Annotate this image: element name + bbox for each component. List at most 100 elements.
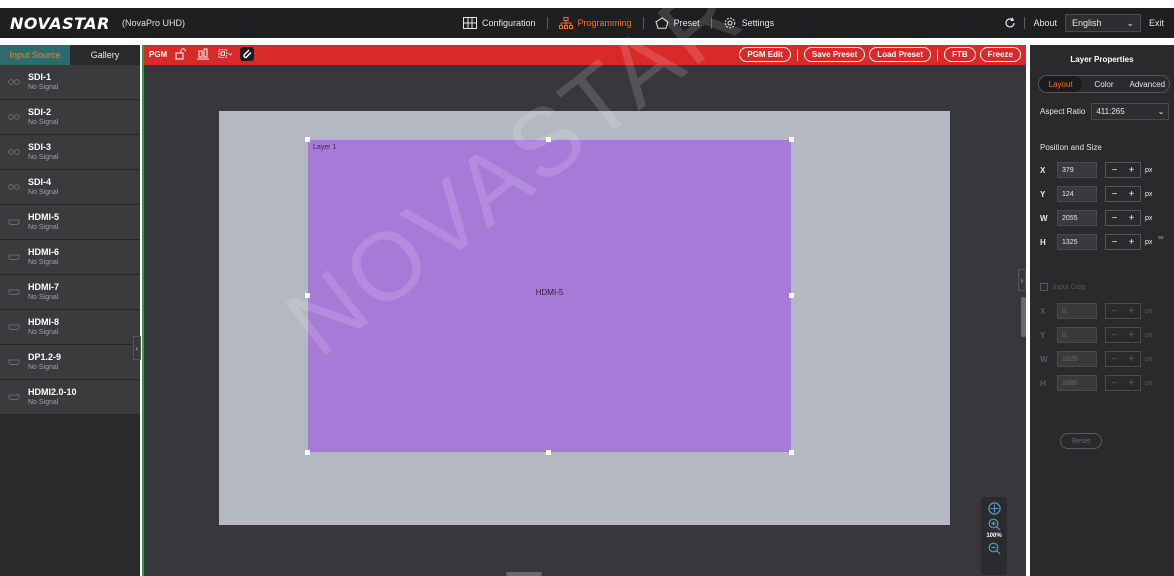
- zoom-out-icon[interactable]: [987, 541, 1001, 555]
- decrement-button[interactable]: −: [1112, 213, 1118, 224]
- increment-button[interactable]: +: [1129, 213, 1135, 224]
- source-item[interactable]: HDMI-8 No Signal: [0, 310, 140, 345]
- zoom-level: 100%: [986, 533, 1002, 539]
- about-link[interactable]: About: [1033, 18, 1057, 28]
- sdi-icon: [8, 147, 20, 157]
- increment-button[interactable]: +: [1129, 237, 1135, 248]
- unit-label: px: [1145, 379, 1153, 387]
- language-value: English: [1071, 18, 1102, 28]
- input-crop-label: Input Crop: [1053, 283, 1086, 291]
- right-scroll-handle[interactable]: [1021, 297, 1026, 337]
- field-input: 1080: [1057, 375, 1097, 391]
- resize-handle-l[interactable]: [305, 293, 310, 298]
- expand-panel-handle[interactable]: ›: [1018, 269, 1026, 291]
- resize-handle-bl[interactable]: [305, 450, 310, 455]
- tab-advanced[interactable]: Advanced: [1126, 76, 1169, 92]
- dp-icon: [8, 357, 20, 367]
- resize-handle-r[interactable]: [789, 293, 794, 298]
- preset-icon: [654, 17, 669, 29]
- divider: [796, 48, 798, 61]
- source-name: SDI-4: [28, 177, 52, 187]
- exit-link[interactable]: Exit: [1149, 18, 1164, 28]
- language-select[interactable]: English ⌄: [1064, 14, 1141, 32]
- field-input[interactable]: 1325: [1057, 234, 1097, 250]
- source-item[interactable]: HDMI2.0-10 No Signal: [0, 380, 140, 415]
- resize-handle-br[interactable]: [789, 450, 794, 455]
- nav-configuration[interactable]: Configuration: [452, 8, 547, 38]
- sdi-icon: [8, 77, 20, 87]
- hdmi-icon: [8, 392, 20, 402]
- tab-layout[interactable]: Layout: [1039, 76, 1083, 92]
- source-item[interactable]: HDMI-5 No Signal: [0, 205, 140, 240]
- source-name: HDMI-8: [28, 317, 59, 327]
- source-text: SDI-1 No Signal: [28, 72, 58, 92]
- increment-button[interactable]: +: [1129, 165, 1135, 176]
- resize-handle-b[interactable]: [546, 450, 551, 455]
- fit-screen-icon[interactable]: [218, 47, 232, 61]
- collapse-left-panel-handle[interactable]: ‹: [133, 336, 141, 360]
- decrement-button[interactable]: −: [1112, 237, 1118, 248]
- ftb-button[interactable]: FTB: [944, 47, 976, 62]
- magnet-icon[interactable]: [240, 47, 254, 61]
- grid-icon: [463, 17, 477, 29]
- source-item[interactable]: HDMI-6 No Signal: [0, 240, 140, 275]
- load-preset-button[interactable]: Load Preset: [869, 47, 932, 62]
- pgm-actions: PGM Edit Save Preset Load Preset FTB Fre…: [739, 47, 1021, 62]
- tab-gallery[interactable]: Gallery: [70, 45, 140, 65]
- source-item[interactable]: SDI-1 No Signal: [0, 65, 140, 100]
- field-input[interactable]: 124: [1057, 186, 1097, 202]
- refresh-icon[interactable]: [1004, 17, 1016, 29]
- link-icon[interactable]: ∞: [1158, 233, 1164, 242]
- source-item[interactable]: SDI-2 No Signal: [0, 100, 140, 135]
- source-item[interactable]: SDI-4 No Signal: [0, 170, 140, 205]
- source-status: No Signal: [28, 259, 59, 266]
- aspect-ratio-select[interactable]: 411:265 ⌄: [1091, 103, 1170, 120]
- left-tabs: Input Source Gallery: [0, 45, 140, 65]
- decrement-button[interactable]: −: [1112, 189, 1118, 200]
- resize-handle-t[interactable]: [546, 137, 551, 142]
- increment-button: +: [1128, 329, 1135, 341]
- increment-button[interactable]: +: [1129, 189, 1135, 200]
- chevron-down-icon: ⌄: [1126, 17, 1134, 28]
- input-crop-checkbox[interactable]: [1040, 283, 1048, 291]
- stepper: − +: [1105, 375, 1141, 391]
- source-item[interactable]: SDI-3 No Signal: [0, 135, 140, 170]
- pgm-edit-button[interactable]: PGM Edit: [739, 47, 791, 62]
- property-tabs: Layout Color Advanced: [1038, 75, 1170, 93]
- unlock-icon[interactable]: [174, 47, 188, 61]
- decrement-button[interactable]: −: [1112, 165, 1118, 176]
- source-text: SDI-4 No Signal: [28, 177, 58, 197]
- position-size-title: Position and Size: [1040, 143, 1102, 152]
- source-name: HDMI-7: [28, 282, 59, 292]
- resize-handle-tr[interactable]: [789, 137, 794, 142]
- zoom-in-icon[interactable]: [987, 517, 1001, 531]
- nav-programming[interactable]: Programming: [548, 8, 643, 38]
- source-text: SDI-3 No Signal: [28, 142, 58, 162]
- tab-color[interactable]: Color: [1082, 76, 1125, 92]
- layer-1[interactable]: Layer 1 HDMI-5: [308, 140, 791, 452]
- field-input[interactable]: 2055: [1057, 210, 1097, 226]
- nav-label: Preset: [673, 18, 700, 28]
- save-preset-button[interactable]: Save Preset: [803, 47, 866, 62]
- align-bottom-icon[interactable]: [196, 47, 210, 61]
- screen-canvas[interactable]: Layer 1 HDMI-5: [219, 111, 950, 525]
- source-item[interactable]: HDMI-7 No Signal: [0, 275, 140, 310]
- bottom-scroll-handle[interactable]: [506, 572, 542, 576]
- source-status: No Signal: [28, 329, 59, 336]
- source-status: No Signal: [28, 189, 59, 196]
- resize-handle-tl[interactable]: [305, 137, 310, 142]
- nav-preset[interactable]: Preset: [644, 8, 711, 38]
- source-text: HDMI-6 No Signal: [28, 247, 59, 267]
- tab-input-source[interactable]: Input Source: [0, 45, 70, 65]
- nav-settings[interactable]: Settings: [712, 8, 786, 38]
- source-list: SDI-1 No Signal SDI-2 No Signal SDI-3 No Sign…: [0, 65, 140, 415]
- freeze-button[interactable]: Freeze: [979, 47, 1021, 62]
- field-input: 1920: [1057, 351, 1097, 367]
- reset-button[interactable]: Reset: [1060, 433, 1102, 449]
- center-view-icon[interactable]: [987, 501, 1001, 515]
- pgm-tools: [174, 47, 254, 61]
- pgm-label: PGM: [149, 50, 168, 59]
- source-name: SDI-1: [28, 72, 52, 82]
- field-input[interactable]: 379: [1057, 162, 1097, 178]
- source-item[interactable]: DP1.2-9 No Signal: [0, 345, 140, 380]
